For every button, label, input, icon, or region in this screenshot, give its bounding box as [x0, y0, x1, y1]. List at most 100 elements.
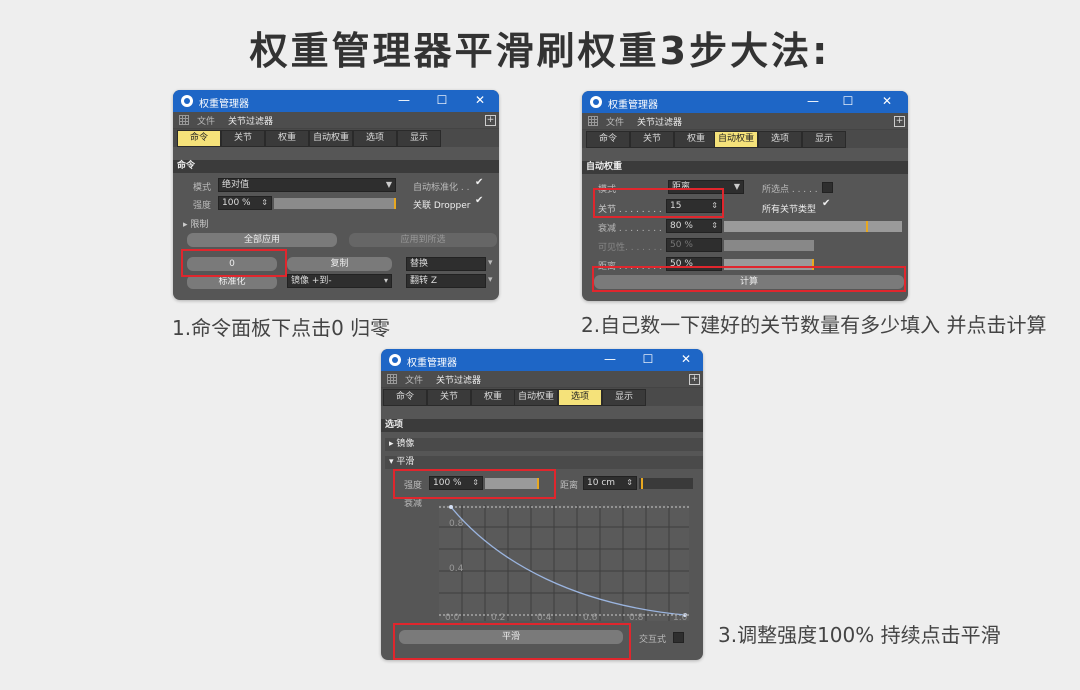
graph-y-tick: 0.8 — [449, 519, 464, 529]
mirror-value: 镜像 +到- — [291, 276, 332, 286]
falloff-input[interactable]: 80 % ⇕ — [666, 219, 722, 233]
tab-auto-weights[interactable]: 自动权重 — [309, 130, 353, 147]
tab-display[interactable]: 显示 — [802, 131, 846, 148]
tab-bar: 命令 关节 权重 自动权重 选项 显示 — [173, 129, 499, 147]
menu-file[interactable]: 文件 — [405, 373, 423, 386]
visibility-slider[interactable] — [724, 240, 814, 251]
menu-joint-filter[interactable]: 关节过滤器 — [436, 373, 481, 386]
checkmark-icon[interactable]: ✔ — [475, 177, 483, 188]
mode-dropdown[interactable]: 绝对值 ▼ — [218, 178, 396, 192]
tab-command[interactable]: 命令 — [586, 131, 630, 148]
dropper-label: 关联 Dropper — [413, 201, 471, 211]
expand-icon[interactable]: + — [485, 115, 496, 126]
menu-joint-filter[interactable]: 关节过滤器 — [228, 114, 273, 127]
strength-label: 强度 — [193, 201, 212, 211]
strength-slider-handle[interactable] — [394, 198, 396, 209]
tab-auto-weights[interactable]: 自动权重 — [514, 389, 558, 406]
distance-slider[interactable] — [639, 478, 693, 489]
maximize-button[interactable]: ☐ — [637, 352, 659, 366]
stepper-icon: ⇕ — [711, 221, 718, 230]
tab-joints[interactable]: 关节 — [427, 389, 471, 406]
expand-icon[interactable]: + — [689, 374, 700, 385]
auto-normalize-label: 自动标准化 . . — [413, 183, 470, 193]
cinema4d-logo-icon — [181, 95, 193, 107]
tab-display[interactable]: 显示 — [397, 130, 441, 147]
menu-joint-filter[interactable]: 关节过滤器 — [637, 115, 682, 128]
tab-command[interactable]: 命令 — [383, 389, 427, 406]
window-title: 权重管理器 — [407, 358, 457, 369]
window-title: 权重管理器 — [608, 100, 658, 111]
chevron-down-icon[interactable]: ▾ — [488, 275, 493, 285]
menu-file[interactable]: 文件 — [606, 115, 624, 128]
apply-all-button[interactable]: 全部应用 — [187, 233, 337, 247]
falloff-slider[interactable] — [724, 221, 902, 232]
tab-bar: 命令 关节 权重 自动权重 选项 显示 — [582, 130, 908, 148]
grip-icon — [588, 116, 598, 126]
limit-group-label[interactable]: ▸ 限制 — [183, 217, 208, 230]
tab-weights[interactable]: 权重 — [471, 389, 515, 406]
falloff-curve-graph[interactable] — [439, 505, 689, 621]
maximize-button[interactable]: ☐ — [837, 94, 859, 108]
selected-points-checkbox[interactable] — [822, 182, 833, 193]
graph-x-tick: 0.2 — [491, 613, 506, 623]
stepper-icon: ⇕ — [261, 198, 268, 207]
close-button[interactable]: ✕ — [876, 94, 898, 108]
tab-options[interactable]: 选项 — [558, 389, 602, 406]
tab-command[interactable]: 命令 — [177, 130, 221, 147]
maximize-button[interactable]: ☐ — [431, 93, 453, 107]
caption-step3: 3.调整强度100% 持续点击平滑 — [718, 623, 1001, 647]
section-header-auto-weights: 自动权重 — [582, 161, 908, 174]
replace-dropdown[interactable]: 替换 — [406, 257, 486, 271]
tab-display[interactable]: 显示 — [602, 389, 646, 406]
visibility-input[interactable]: 50 % — [666, 238, 722, 252]
minimize-button[interactable]: — — [599, 352, 621, 366]
replace-value: 替换 — [410, 259, 429, 269]
tab-weights[interactable]: 权重 — [265, 130, 309, 147]
apply-selected-button[interactable]: 应用到所选 — [349, 233, 497, 247]
highlight-box-strength — [393, 469, 556, 499]
distance-slider-handle[interactable] — [641, 478, 643, 489]
tab-joints[interactable]: 关节 — [630, 131, 674, 148]
distance-input[interactable]: 10 cm ⇕ — [583, 476, 637, 490]
highlight-box-calculate — [592, 266, 906, 292]
strength-input[interactable]: 100 % ⇕ — [218, 196, 272, 210]
checkmark-icon[interactable]: ✔ — [475, 195, 483, 206]
chevron-down-icon: ▼ — [385, 180, 392, 189]
copy-button[interactable]: 复制 — [287, 257, 392, 271]
flip-value: 翻转 Z — [410, 276, 438, 286]
strength-slider[interactable] — [274, 198, 396, 209]
minimize-button[interactable]: — — [393, 93, 415, 107]
window-titlebar: 权重管理器 — ☐ ✕ — [582, 91, 908, 113]
graph-x-tick: 0.8 — [629, 613, 644, 623]
tab-options[interactable]: 选项 — [758, 131, 802, 148]
interactive-label: 交互式 — [639, 635, 667, 645]
normalize-button[interactable]: 标准化 — [187, 275, 277, 289]
mirror-group-header[interactable]: ▸ 镜像 — [385, 438, 703, 451]
cinema4d-logo-icon — [590, 96, 602, 108]
mode-label: 模式 — [193, 183, 212, 193]
visibility-value: 50 % — [670, 240, 693, 250]
chevron-down-icon: ▾ — [383, 276, 388, 285]
falloff-value: 80 % — [670, 221, 693, 231]
flip-dropdown[interactable]: 翻转 Z — [406, 274, 486, 288]
interactive-checkbox[interactable] — [673, 632, 684, 643]
tab-options[interactable]: 选项 — [353, 130, 397, 147]
checkmark-icon[interactable]: ✔ — [822, 198, 830, 209]
tab-weights[interactable]: 权重 — [674, 131, 718, 148]
chevron-down-icon[interactable]: ▾ — [488, 258, 493, 268]
falloff-slider-handle[interactable] — [866, 221, 869, 232]
menu-file[interactable]: 文件 — [197, 114, 215, 127]
grip-icon — [179, 115, 189, 125]
mirror-dropdown[interactable]: 镜像 +到- ▾ — [287, 274, 392, 288]
weight-manager-window-options: 权重管理器 — ☐ ✕ 文件 关节过滤器 + 命令 关节 权重 自动权重 选项 … — [381, 349, 703, 660]
minimize-button[interactable]: — — [802, 94, 824, 108]
tab-joints[interactable]: 关节 — [221, 130, 265, 147]
highlight-box-smooth — [393, 623, 631, 660]
expand-icon[interactable]: + — [894, 116, 905, 127]
visibility-label: 可见性. . . . . . . — [598, 243, 663, 253]
tab-auto-weights[interactable]: 自动权重 — [714, 131, 758, 148]
smooth-group-header[interactable]: ▾ 平滑 — [385, 456, 703, 469]
close-button[interactable]: ✕ — [469, 93, 491, 107]
close-button[interactable]: ✕ — [675, 352, 697, 366]
graph-x-tick: 0.4 — [537, 613, 552, 623]
